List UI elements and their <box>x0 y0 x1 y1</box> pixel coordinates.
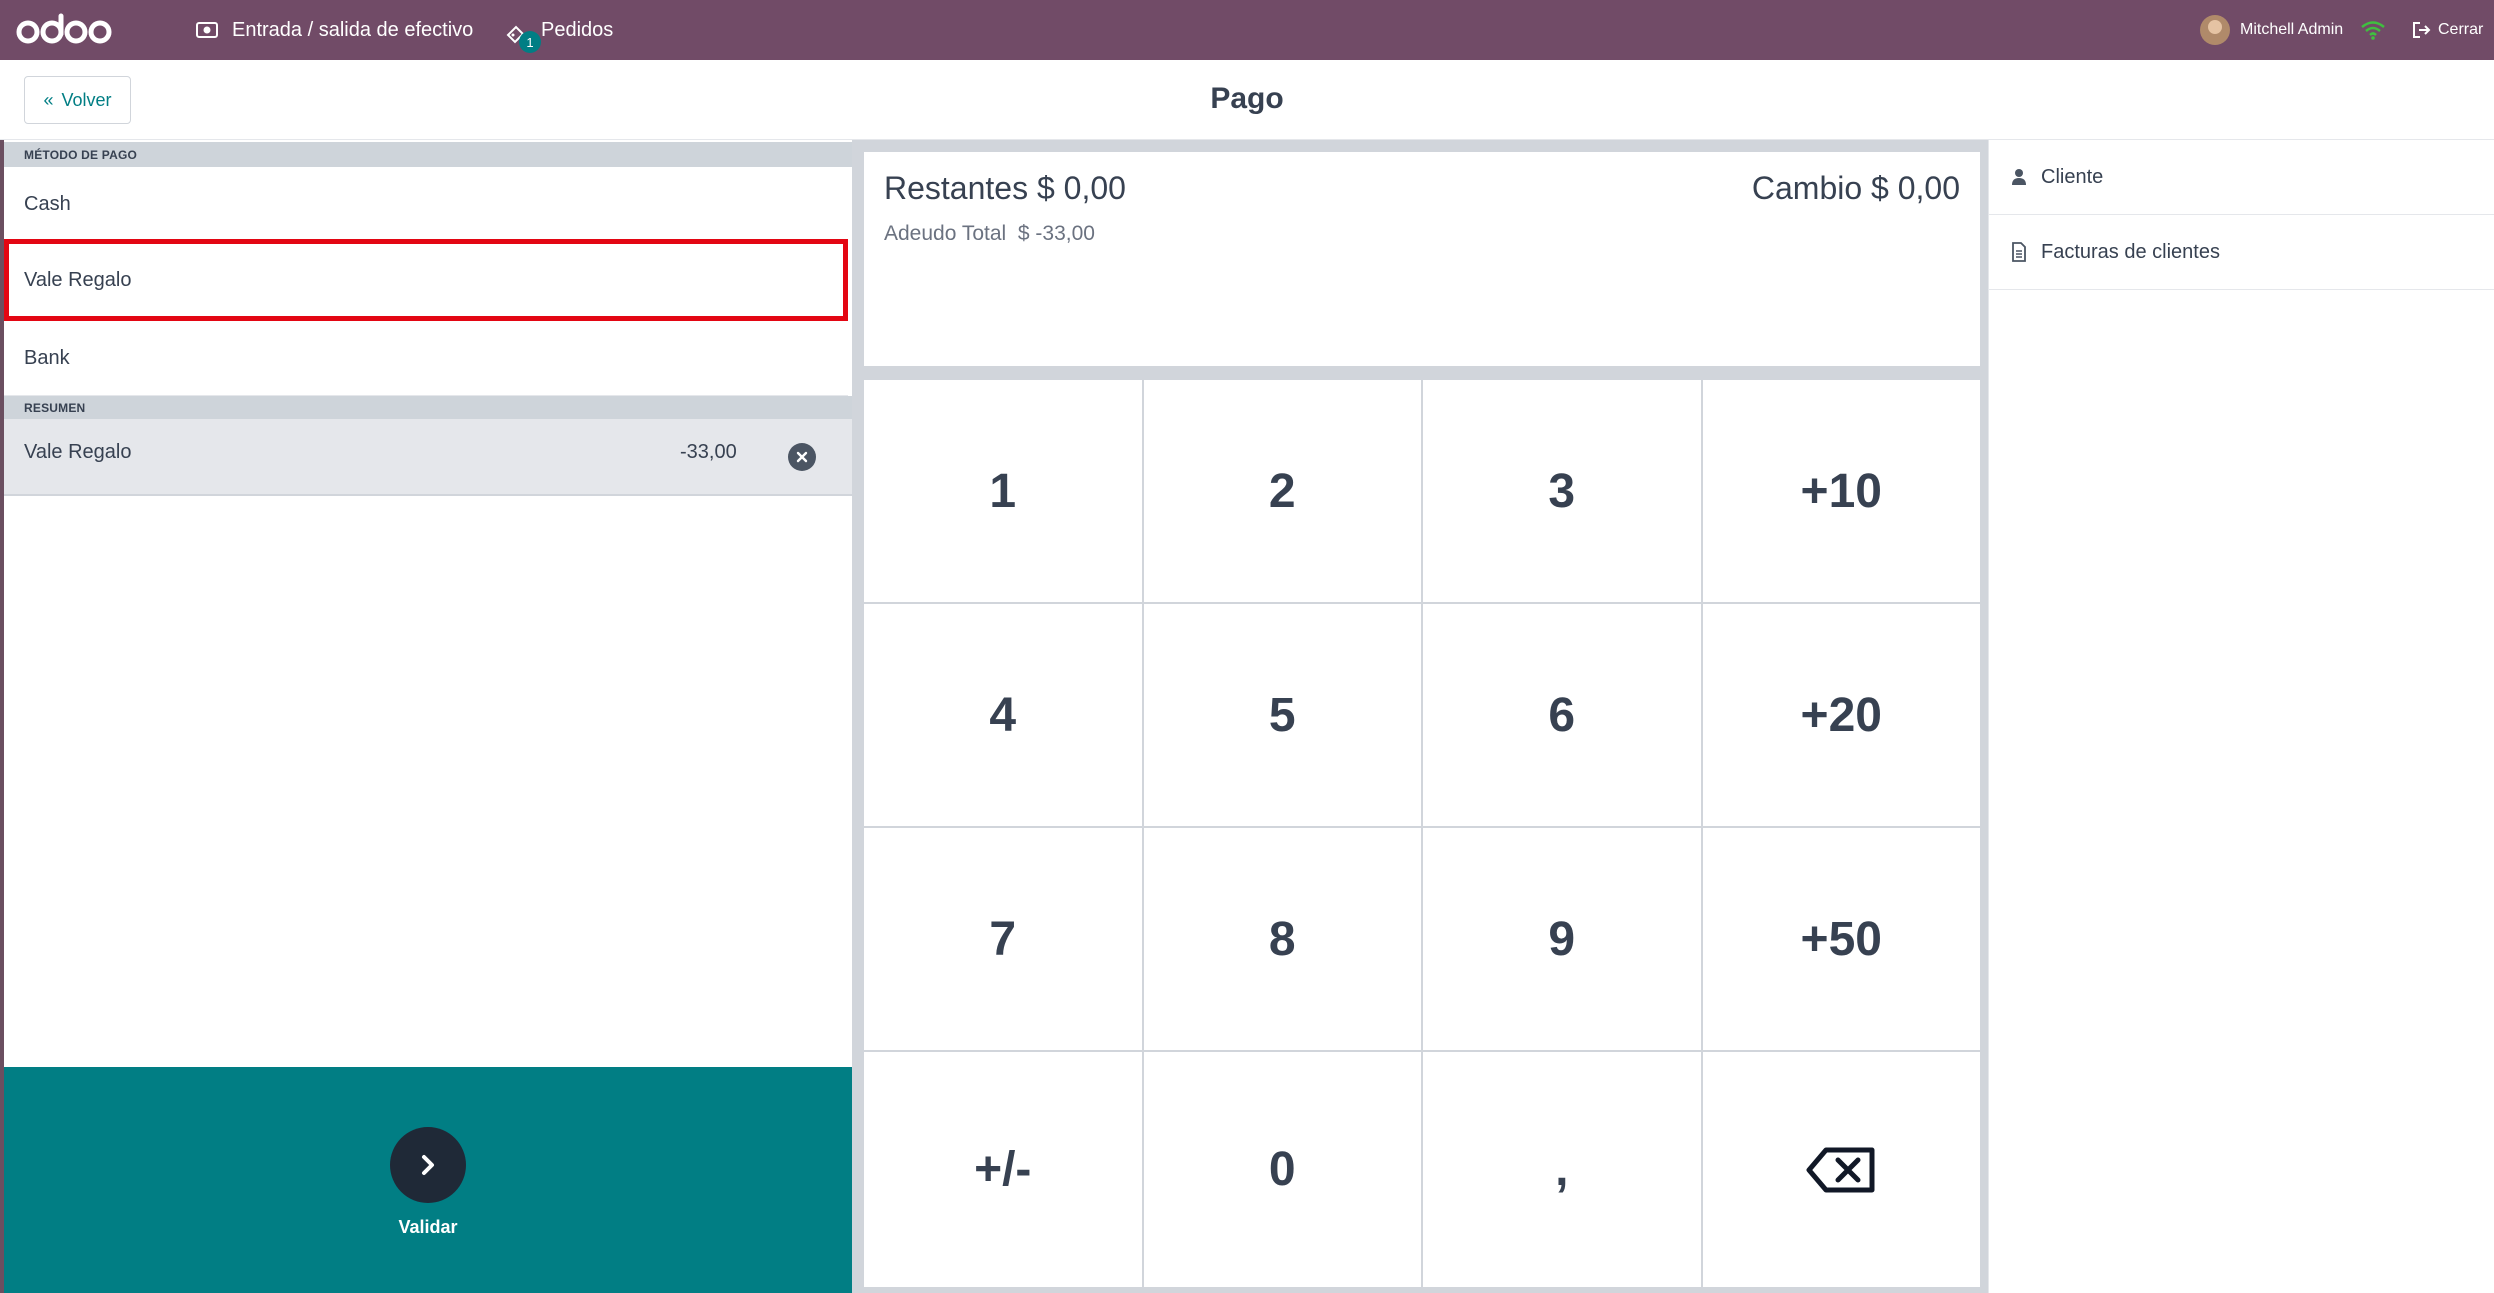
payment-method-bank[interactable]: Bank <box>4 321 848 396</box>
validate-label: Validar <box>398 1217 458 1237</box>
close-session-button[interactable]: Cerrar <box>2412 0 2483 60</box>
payment-line[interactable]: Vale Regalo -33,00 <box>4 419 852 496</box>
numpad-key-6[interactable]: 6 <box>1423 604 1701 826</box>
payment-method-cash[interactable]: Cash <box>4 167 848 242</box>
double-chevron-left-icon: « <box>43 89 54 110</box>
numpad-key-0[interactable]: 0 <box>1143 1052 1421 1287</box>
customer-label: Cliente <box>2041 165 2104 188</box>
ticket-icon: 1 <box>505 19 541 53</box>
back-label: Volver <box>61 89 112 110</box>
numpad-key-8[interactable]: 8 <box>1143 828 1421 1050</box>
remaining-value: $ 0,00 <box>1036 170 1126 206</box>
user-icon <box>2012 169 2026 185</box>
orders-button[interactable]: 1 Pedidos <box>505 0 613 60</box>
document-icon <box>2012 242 2026 262</box>
numpad-key-sign[interactable]: +/- <box>864 1052 1142 1287</box>
orders-badge: 1 <box>519 31 541 53</box>
payment-method-label: Vale Regalo <box>24 268 132 291</box>
numpad-key-1[interactable]: 1 <box>864 380 1142 602</box>
wifi-icon <box>2361 21 2385 40</box>
numpad: 1 2 3 +10 4 5 6 +20 7 8 9 +50 +/- 0 , <box>864 380 1980 1287</box>
numpad-key-2[interactable]: 2 <box>1143 380 1421 602</box>
validate-area[interactable]: Validar <box>4 1067 852 1293</box>
odoo-logo[interactable] <box>16 8 112 52</box>
payment-center: Restantes $ 0,00 Cambio $ 0,00 Adeudo To… <box>852 140 1988 1293</box>
invoice-button[interactable]: Facturas de clientes <box>1989 215 2494 290</box>
user-name: Mitchell Admin <box>2240 21 2344 38</box>
payment-status: Restantes $ 0,00 Cambio $ 0,00 Adeudo To… <box>864 152 1980 366</box>
numpad-key-4[interactable]: 4 <box>864 604 1142 826</box>
page-title: Pago <box>1210 82 1284 115</box>
numpad-key-backspace[interactable] <box>1702 1052 1980 1287</box>
payment-options-panel: Cliente Facturas de clientes <box>1988 140 2494 1293</box>
top-navbar: Entrada / salida de efectivo 1 Pedidos M… <box>0 0 2494 60</box>
total-due: Adeudo Total $ -33,00 <box>884 222 1095 246</box>
payment-line-method: Vale Regalo <box>24 441 132 463</box>
numpad-key-plus-20[interactable]: +20 <box>1702 604 1980 826</box>
user-menu[interactable]: Mitchell Admin <box>2200 0 2343 60</box>
cash-in-out-button[interactable]: Entrada / salida de efectivo <box>196 0 473 60</box>
total-due-value: $ -33,00 <box>1017 222 1095 245</box>
customer-button[interactable]: Cliente <box>1989 140 2494 215</box>
close-label: Cerrar <box>2438 21 2484 38</box>
numpad-key-5[interactable]: 5 <box>1143 604 1421 826</box>
payment-header: Pago « Volver <box>0 60 2494 140</box>
total-due-label: Adeudo Total <box>884 222 1007 245</box>
numpad-key-plus-10[interactable]: +10 <box>1702 380 1980 602</box>
chevron-right-icon <box>422 1155 434 1175</box>
numpad-key-9[interactable]: 9 <box>1423 828 1701 1050</box>
payment-methods-heading: MÉTODO DE PAGO <box>4 142 852 167</box>
orders-label: Pedidos <box>541 18 614 41</box>
avatar <box>2200 15 2230 45</box>
sign-out-icon <box>2413 22 2431 38</box>
wifi-status <box>2360 0 2386 60</box>
numpad-key-7[interactable]: 7 <box>864 828 1142 1050</box>
odoo-logo-icon <box>16 13 112 44</box>
numpad-key-3[interactable]: 3 <box>1423 380 1701 602</box>
payment-method-label: Cash <box>24 192 71 215</box>
back-button[interactable]: « Volver <box>24 76 131 124</box>
backspace-icon <box>1806 1147 1875 1192</box>
money-icon <box>196 22 218 38</box>
payment-line-amount: -33,00 <box>680 441 737 463</box>
validate-button[interactable] <box>390 1127 466 1203</box>
summary-heading: RESUMEN <box>4 396 852 419</box>
cash-in-out-label: Entrada / salida de efectivo <box>232 18 474 41</box>
numpad-key-decimal[interactable]: , <box>1423 1052 1701 1287</box>
invoice-label: Facturas de clientes <box>2041 240 2220 263</box>
payment-method-label: Bank <box>24 346 70 369</box>
remaining-amount: Restantes $ 0,00 <box>884 170 1126 207</box>
remove-payment-button[interactable] <box>788 443 816 471</box>
change-value: $ 0,00 <box>1871 170 1960 206</box>
close-icon <box>796 451 808 463</box>
numpad-key-plus-50[interactable]: +50 <box>1702 828 1980 1050</box>
remaining-label: Restantes <box>884 170 1029 206</box>
payment-methods-panel: MÉTODO DE PAGO Cash Vale Regalo Bank RES… <box>0 140 852 1293</box>
payment-method-gift-card[interactable]: Vale Regalo <box>4 239 848 321</box>
change-label: Cambio <box>1751 170 1863 206</box>
change-amount: Cambio $ 0,00 <box>1752 170 1960 207</box>
